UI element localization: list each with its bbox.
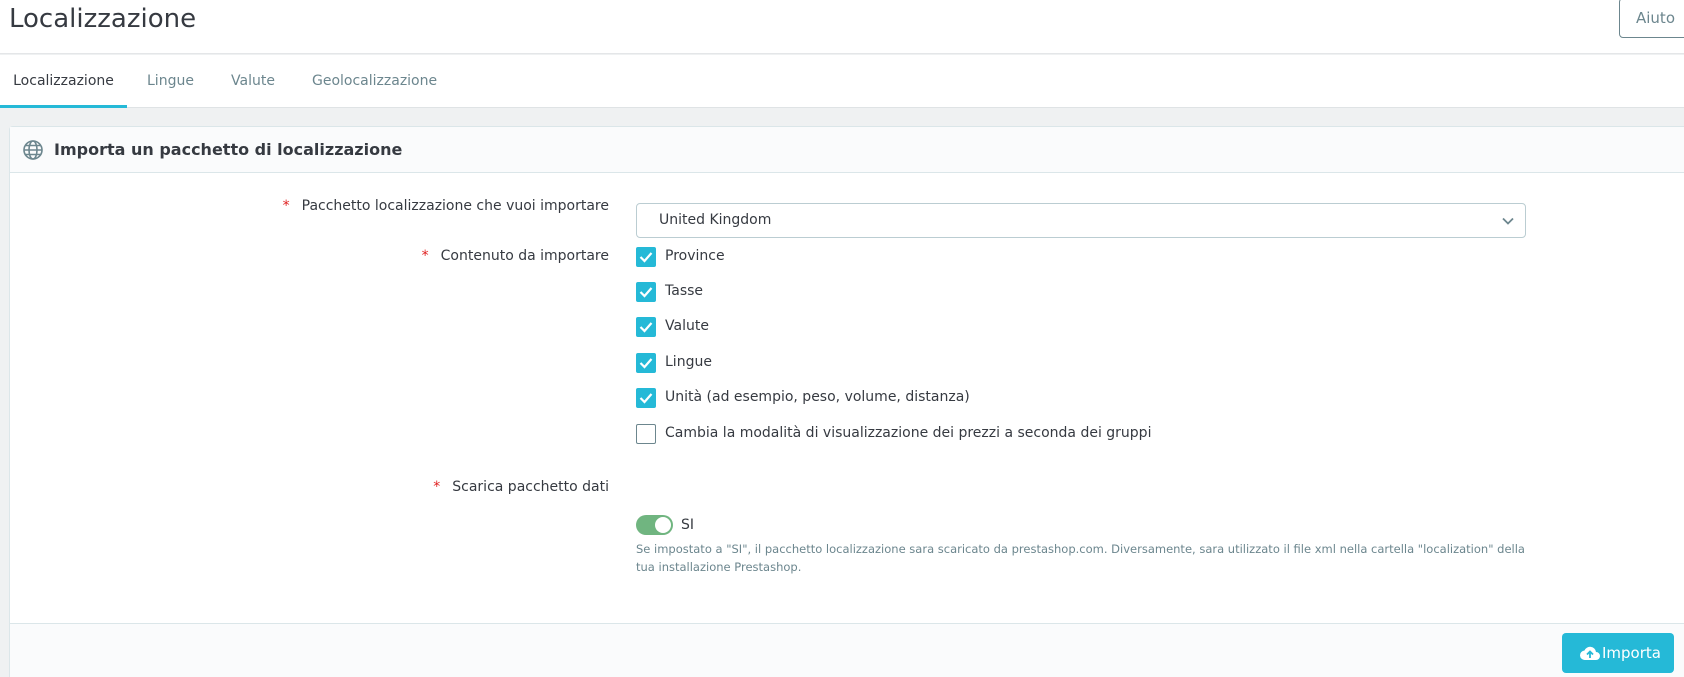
pack-select[interactable]: United Kingdom [636, 203, 1526, 238]
import-button-label: Importa [1602, 644, 1661, 662]
content-label-text: Contenuto da importare [440, 248, 609, 264]
checkbox-checked[interactable] [636, 317, 656, 337]
import-button[interactable]: Importa [1562, 633, 1674, 673]
check-icon [639, 322, 653, 333]
import-panel: Importa un pacchetto di localizzazione *… [9, 126, 1684, 677]
checkbox-label: Unità (ad esempio, peso, volume, distanz… [665, 389, 970, 405]
tab-localizzazione[interactable]: Localizzazione [0, 55, 127, 108]
checkbox-label: Province [665, 248, 725, 264]
checkbox-label: Lingue [665, 354, 712, 370]
tab-valute[interactable]: Valute [231, 55, 275, 108]
check-icon [639, 358, 653, 369]
download-label-text: Scarica pacchetto dati [452, 479, 609, 495]
panel-title: Importa un pacchetto di localizzazione [54, 140, 403, 159]
page-title: Localizzazione [9, 4, 197, 34]
help-button[interactable]: Aiuto [1619, 0, 1684, 38]
panel-header: Importa un pacchetto di localizzazione [10, 127, 1684, 173]
globe-icon [23, 140, 43, 160]
checkbox-checked[interactable] [636, 282, 656, 302]
checkbox-checked[interactable] [636, 247, 656, 267]
check-icon [639, 393, 653, 404]
download-field-label: * Scarica pacchetto dati [433, 479, 609, 495]
checkbox-label: Valute [665, 318, 709, 334]
toggle-knob [655, 517, 671, 533]
check-icon [639, 287, 653, 298]
tab-geolocalizzazione[interactable]: Geolocalizzazione [312, 55, 437, 108]
checkbox-checked[interactable] [636, 353, 656, 373]
download-help-text: Se impostato a "SI", il pacchetto locali… [636, 542, 1525, 574]
pack-field-label: * Pacchetto localizzazione che vuoi impor… [283, 198, 609, 214]
pack-select-value: United Kingdom [659, 212, 772, 228]
checkbox-unchecked[interactable] [636, 424, 656, 444]
tab-lingue[interactable]: Lingue [147, 55, 194, 108]
download-toggle[interactable] [636, 515, 673, 535]
checkbox-label: Cambia la modalità di visualizzazione de… [665, 425, 1152, 441]
checkbox-label: Tasse [665, 283, 704, 299]
tab-bar: Localizzazione Lingue Valute Geolocalizz… [0, 55, 1684, 108]
required-mark: * [433, 479, 441, 495]
required-mark: * [421, 248, 429, 264]
cloud-upload-icon [1579, 646, 1600, 661]
page-header: Localizzazione Aiuto [0, 0, 1684, 54]
required-mark: * [282, 198, 290, 214]
content-field-label: * Contenuto da importare [422, 248, 609, 264]
chevron-down-icon [1502, 217, 1514, 225]
panel-footer: Importa [10, 623, 1684, 677]
checkbox-checked[interactable] [636, 388, 656, 408]
check-icon [639, 252, 653, 263]
pack-label-text: Pacchetto localizzazione che vuoi import… [301, 198, 609, 214]
toggle-label: SI [681, 517, 695, 533]
